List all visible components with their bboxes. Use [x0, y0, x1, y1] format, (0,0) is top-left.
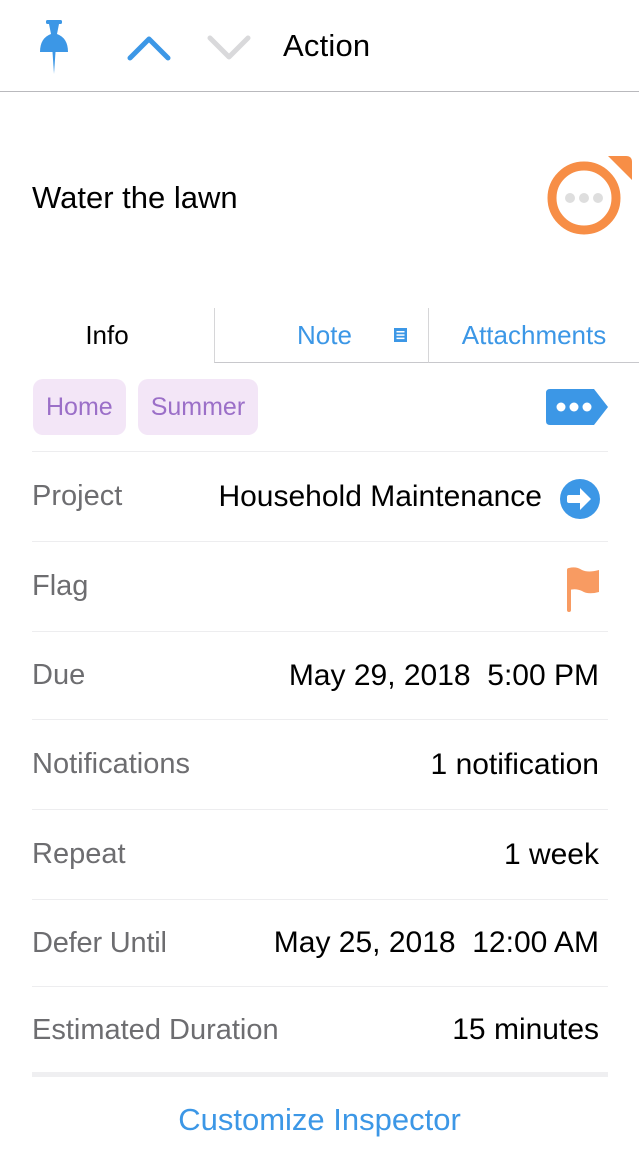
nav-title: Action: [283, 28, 371, 63]
tab-note[interactable]: Note: [214, 308, 428, 363]
note-lines-icon: [394, 328, 407, 342]
defer-until-value: May 25, 2018 12:00 AM: [273, 926, 599, 959]
arrow-circle-right-icon[interactable]: [560, 479, 600, 519]
inspector-fields: Project Household Maintenance Flag Due M…: [32, 451, 608, 1073]
pin-icon[interactable]: [38, 20, 70, 74]
estimated-duration-label: Estimated Duration: [32, 1013, 279, 1046]
navigation-bar: Action: [0, 0, 639, 92]
customize-inspector-button[interactable]: Customize Inspector: [0, 1102, 639, 1138]
tag-home[interactable]: Home: [33, 379, 126, 435]
defer-until-row[interactable]: Defer Until May 25, 2018 12:00 AM: [32, 899, 608, 986]
inspector-tabs: Info Note Attachments: [0, 308, 639, 363]
due-row[interactable]: Due May 29, 2018 5:00 PM: [32, 631, 608, 719]
due-label: Due: [32, 659, 86, 691]
notifications-row[interactable]: Notifications 1 notification: [32, 719, 608, 809]
tab-info-label: Info: [85, 320, 129, 350]
tag-summer[interactable]: Summer: [137, 379, 259, 435]
defer-until-label: Defer Until: [32, 926, 167, 959]
task-title[interactable]: Water the lawn: [32, 180, 238, 216]
tab-attachments[interactable]: Attachments: [428, 308, 639, 363]
project-label: Project: [32, 480, 123, 512]
tab-note-label: Note: [297, 320, 352, 350]
chevron-down-icon[interactable]: [206, 34, 252, 62]
notifications-label: Notifications: [32, 748, 190, 780]
chevron-up-icon[interactable]: [126, 34, 172, 62]
estimated-duration-row[interactable]: Estimated Duration 15 minutes: [32, 986, 608, 1073]
repeat-row[interactable]: Repeat 1 week: [32, 809, 608, 899]
repeat-label: Repeat: [32, 838, 126, 870]
due-value: May 29, 2018 5:00 PM: [288, 658, 599, 692]
project-value: Household Maintenance: [218, 479, 542, 513]
repeat-value: 1 week: [503, 837, 599, 871]
estimated-duration-value: 15 minutes: [452, 1013, 599, 1046]
tab-info[interactable]: Info: [0, 308, 214, 363]
tag-more-icon[interactable]: [546, 389, 608, 425]
notifications-value: 1 notification: [430, 747, 599, 781]
flag-icon[interactable]: [566, 566, 600, 612]
tag-label: Home: [46, 392, 113, 421]
section-divider: [32, 1072, 608, 1077]
flag-row[interactable]: Flag: [32, 541, 608, 631]
flagged-status-circle-icon[interactable]: [546, 154, 636, 238]
tag-list: Home Summer: [33, 379, 259, 435]
tab-attachments-label: Attachments: [461, 319, 607, 350]
flag-label: Flag: [32, 570, 89, 602]
tag-label: Summer: [150, 392, 246, 421]
project-row[interactable]: Project Household Maintenance: [32, 451, 608, 541]
